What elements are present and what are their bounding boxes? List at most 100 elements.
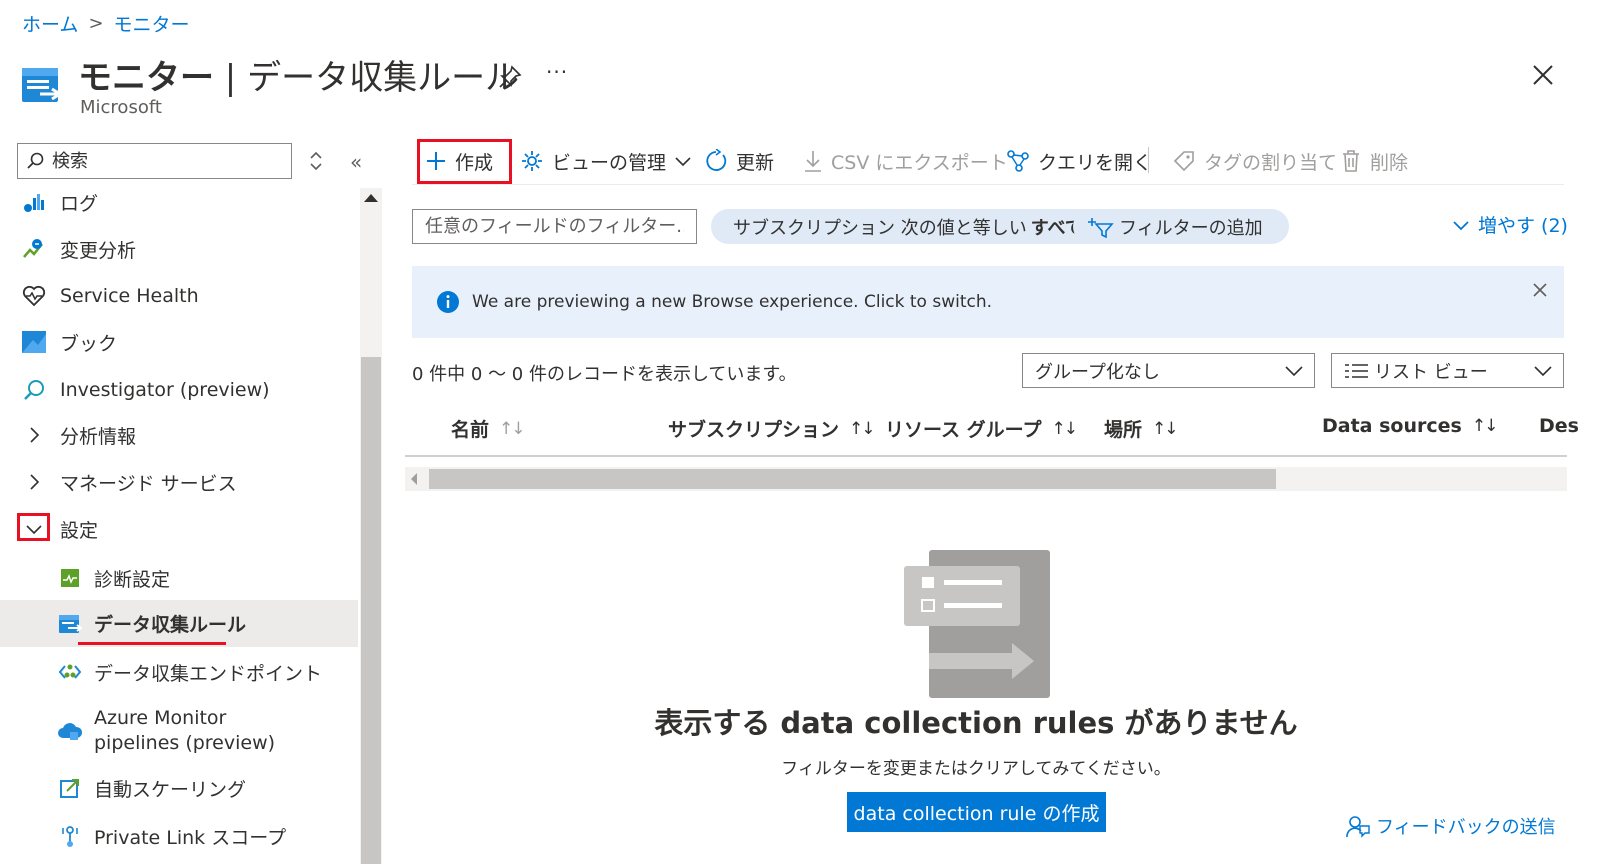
column-header-label: 場所 [1104,419,1143,441]
refresh-button[interactable]: 更新 [704,142,774,180]
manage-view-label: ビューの管理 [552,151,667,174]
sidebar-item-diagnostic-settings[interactable]: 診断設定 [0,562,358,594]
delete-button[interactable]: 削除 [1340,142,1408,180]
refresh-icon [706,149,727,171]
sidebar-item-label: 診断設定 [94,568,171,591]
trash-icon [1343,150,1359,172]
column-header-label: リソース グループ [885,419,1042,441]
sidebar-search-input[interactable] [52,150,252,172]
chevron-right-icon[interactable] [20,468,48,496]
group-by-dropdown[interactable]: グループ化なし [1022,353,1315,388]
collapse-sidebar-icon[interactable]: « [350,150,362,174]
column-header-location[interactable]: 場所 ↑↓ [1104,415,1178,442]
open-query-button[interactable]: クエリを開く [1006,142,1152,180]
sidebar-item-workbooks[interactable]: ブック [0,326,358,358]
export-csv-label: CSV にエクスポート [831,151,1008,174]
expand-filters-label: 増やす (2) [1478,215,1568,237]
manage-view-button[interactable]: ビューの管理 [520,142,692,180]
sidebar-item-settings[interactable]: 設定 [0,513,358,545]
column-header-subscription[interactable]: サブスクリプション ↑↓ [668,415,875,442]
sidebar-item-label: Investigator (preview) [60,379,270,401]
sidebar-item-service-health[interactable]: Service Health [0,280,358,312]
sidebar-item-label: 設定 [60,519,99,542]
export-csv-button[interactable]: CSV にエクスポート [803,142,1008,180]
sidebar-item-private-link-scopes[interactable]: Private Link スコープ [0,820,358,852]
sidebar-item-investigator[interactable]: Investigator (preview) [0,374,358,406]
sort-icon: ↑↓ [1152,418,1178,439]
data-collection-rules-highlight-underline [78,642,226,645]
scroll-up-arrow-icon[interactable] [364,194,378,202]
delete-label: 削除 [1370,151,1409,174]
column-header-description[interactable]: Des [1539,415,1579,437]
feedback-link[interactable]: フィードバックの送信 [1346,813,1556,839]
subscription-filter-pill[interactable]: サブスクリプション 次の値と等しい すべて [711,209,1105,244]
autoscale-icon [56,774,84,802]
page-subtitle: Microsoft [80,97,162,118]
feedback-icon [1346,816,1370,838]
open-query-label: クエリを開く [1038,151,1153,174]
sidebar-scrollbar-thumb[interactable] [361,357,381,864]
column-header-resource-group[interactable]: リソース グループ ↑↓ [885,415,1078,442]
private-link-icon [56,822,84,850]
filter-input[interactable] [412,209,697,244]
sort-icon: ↑↓ [499,418,525,439]
horizontal-scrollbar-thumb[interactable] [429,469,1276,489]
query-icon [1007,150,1029,172]
chevron-down-icon [1534,365,1552,376]
tag-icon [1173,151,1194,172]
sidebar-item-insights[interactable]: 分析情報 [0,419,358,451]
record-count: 0 件中 0 ～ 0 件のレコードを表示しています。 [412,364,797,385]
sidebar-item-logs[interactable]: ログ [0,186,358,218]
sidebar-item-label: 変更分析 [60,239,137,262]
log-analytics-icon [20,188,48,216]
sort-toggle-icon[interactable] [307,150,325,172]
diagnostic-settings-icon [56,564,84,592]
breadcrumb: ホーム > モニター [22,10,190,37]
gear-icon [522,151,542,171]
empty-state-title: 表示する data collection rules がありません [654,706,1298,740]
chevron-down-icon [1453,220,1469,230]
sidebar-item-pipelines[interactable]: Azure Monitor pipelines (preview) [0,706,358,756]
sidebar-item-label: Private Link スコープ [94,826,287,849]
close-icon[interactable] [1530,62,1556,88]
refresh-label: 更新 [736,151,775,174]
sidebar-item-managed-services[interactable]: マネージド サービス [0,466,358,498]
page-title-section: | データ収集ルール [214,58,520,98]
search-icon [27,152,44,169]
settings-highlight-box [17,513,50,541]
page-title: モニター | データ収集ルール [78,50,519,99]
sidebar-item-autoscale[interactable]: 自動スケーリング [0,772,358,804]
sidebar-item-change-analysis[interactable]: 変更分析 [0,233,358,265]
create-data-collection-rule-button[interactable]: data collection rule の作成 [847,792,1106,832]
close-icon[interactable] [1531,281,1549,299]
add-filter-button[interactable]: フィルターの追加 [1073,209,1289,244]
toolbar-divider-line [412,184,1564,185]
sidebar-item-label: Azure Monitor pipelines (preview) [94,706,275,756]
pipeline-cloud-icon [56,717,84,745]
chevron-right-icon[interactable] [20,421,48,449]
view-mode-value: リスト ビュー [1374,361,1488,383]
sidebar-search-box[interactable] [17,143,292,179]
assign-tags-button[interactable]: タグの割り当て [1172,142,1337,180]
pin-icon[interactable] [497,64,523,90]
sidebar-item-label: Service Health [60,285,199,307]
scroll-left-arrow-icon[interactable] [411,473,417,485]
column-header-data-sources[interactable]: Data sources ↑↓ [1322,415,1498,437]
sort-icon: ↑↓ [1471,416,1498,436]
preview-banner[interactable]: We are previewing a new Browse experienc… [412,266,1564,338]
sidebar-item-data-collection-rules[interactable]: データ収集ルール [0,600,358,647]
empty-state-subtitle: フィルターを変更またはクリアしてみてください。 [781,759,1171,779]
info-icon [437,291,459,313]
column-header-name[interactable]: 名前 ↑↓ [451,415,525,442]
more-options-icon[interactable]: ··· [546,60,568,84]
breadcrumb-home-link[interactable]: ホーム [22,10,78,37]
list-view-icon [1345,363,1368,378]
sidebar-item-data-collection-endpoints[interactable]: データ収集エンドポイント [0,656,358,688]
sidebar-item-label: ログ [60,192,99,215]
expand-filters-link[interactable]: 増やす (2) [1452,211,1568,238]
view-mode-dropdown[interactable]: リスト ビュー [1331,353,1564,388]
breadcrumb-separator: > [88,13,104,34]
breadcrumb-monitor-link[interactable]: モニター [114,10,190,37]
empty-state-illustration [904,550,1050,698]
sort-icon: ↑↓ [849,418,875,439]
